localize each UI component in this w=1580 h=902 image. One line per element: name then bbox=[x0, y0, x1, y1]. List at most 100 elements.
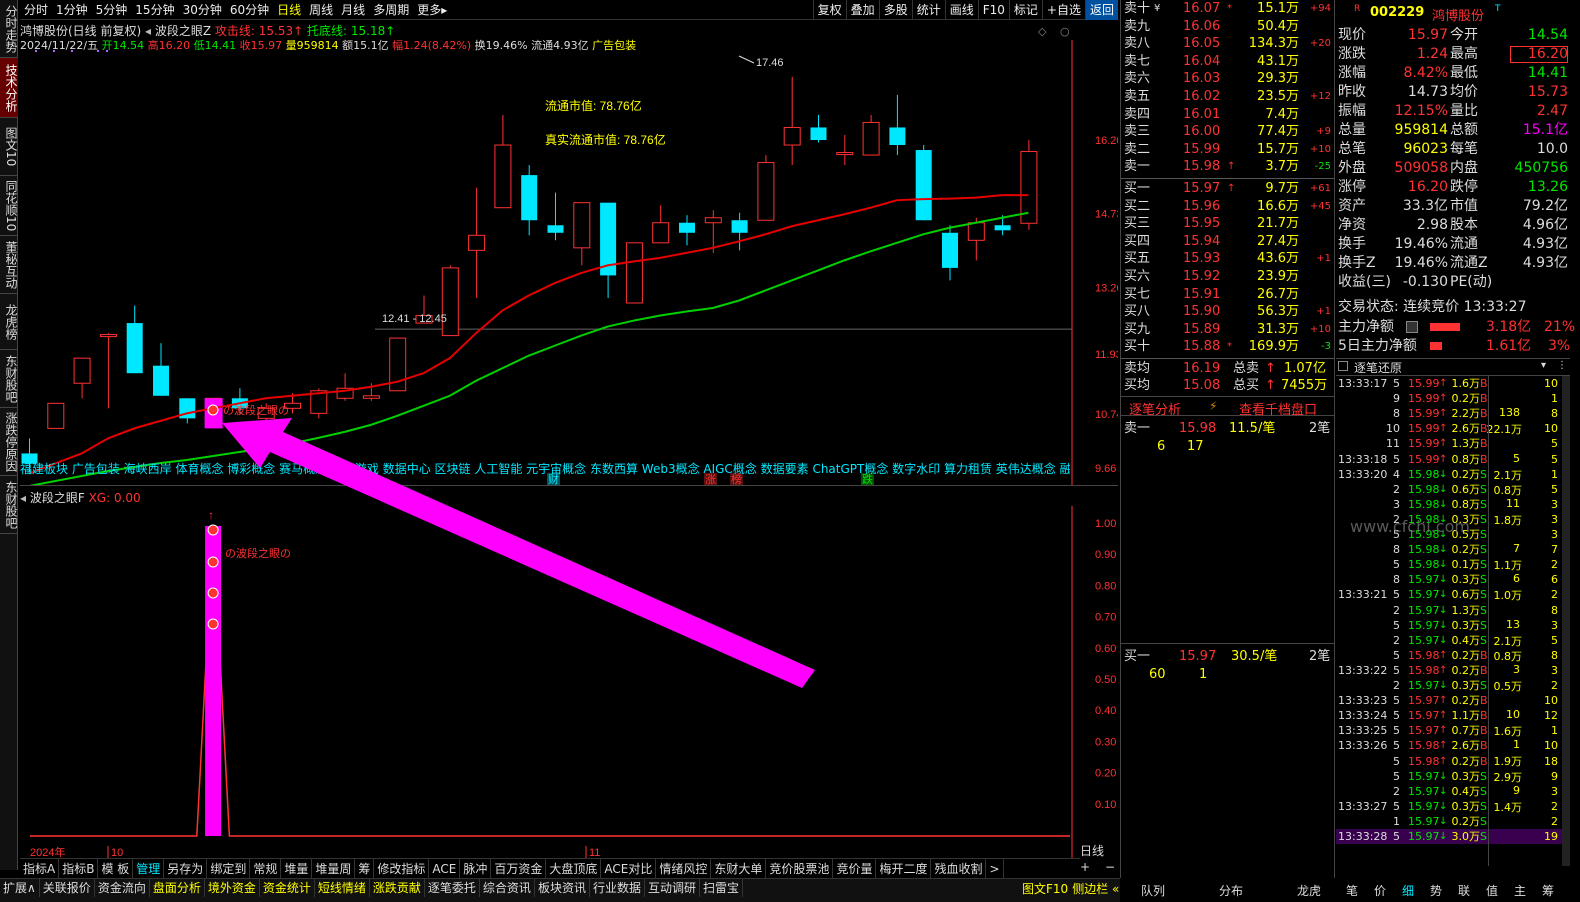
period-tab-9[interactable]: 多周期 bbox=[369, 0, 413, 20]
candlestick-chart[interactable]: 16.20 14.73 13.26 11.93 10.74 9.66 流通市值: 78.76… bbox=[20, 20, 1118, 485]
candle[interactable] bbox=[652, 205, 670, 244]
tick-row[interactable]: 2 15.97 ↓ 0.4万 S 3 bbox=[1336, 784, 1568, 799]
indicator-tab-19[interactable]: 竞价量 bbox=[833, 859, 877, 878]
tick-row[interactable]: 2 15.97 ↓ 1.3万 S 8 bbox=[1336, 603, 1568, 618]
tick-row[interactable]: 5 15.98 ↑ 0.2万 B 8 bbox=[1336, 648, 1568, 663]
tick-row[interactable]: 13:33:24 5 15.97 ↑ 1.1万 B 12 bbox=[1336, 708, 1568, 723]
status-tab-0[interactable]: 扩展∧ bbox=[0, 879, 40, 897]
tick-row[interactable]: 3 15.98 ↓ 0.8万 S 3 bbox=[1336, 497, 1568, 512]
status-tab-2[interactable]: 资金流向 bbox=[95, 879, 150, 897]
candle[interactable] bbox=[600, 202, 617, 298]
tick-row[interactable]: 11 15.99 ↑ 1.3万 B 5 bbox=[1336, 436, 1568, 451]
concept-ticker[interactable]: 福建板块 广告包装 海峡西岸 体育概念 博彩概念 赛马概念 网络游戏 数据中心 … bbox=[20, 460, 1070, 476]
zoom-minus[interactable]: − bbox=[1105, 860, 1115, 874]
tick-row[interactable]: 13:33:21 5 15.97 ↓ 0.6万 S 2 bbox=[1336, 587, 1568, 602]
status-right-1[interactable]: 侧边栏 « bbox=[1072, 882, 1119, 896]
indicator-tab-22[interactable]: > bbox=[986, 859, 1004, 878]
candle[interactable] bbox=[468, 187, 486, 298]
tool-6[interactable]: 标记 bbox=[1008, 0, 1042, 20]
candle[interactable] bbox=[99, 333, 117, 409]
tick-row[interactable]: 2 15.98 ↓ 0.6万 S 5 bbox=[1336, 482, 1568, 497]
tool-8[interactable]: 返回 bbox=[1084, 0, 1118, 20]
indicator-tab-3[interactable]: 管理 bbox=[133, 859, 165, 878]
period-tab-2[interactable]: 5分钟 bbox=[92, 0, 132, 20]
candle[interactable] bbox=[810, 114, 827, 143]
sell-row[interactable]: 卖五 16.02 23.5万 +12 bbox=[1121, 88, 1333, 105]
main-net-icon[interactable] bbox=[1406, 321, 1418, 333]
candle[interactable] bbox=[915, 145, 932, 221]
candle[interactable] bbox=[625, 242, 643, 304]
tick-row[interactable]: 13:33:22 5 15.98 ↑ 0.2万 B 3 bbox=[1336, 663, 1568, 678]
tick-row[interactable]: 2 15.97 ↓ 0.4万 S 5 bbox=[1336, 633, 1568, 648]
left-tab-6[interactable]: 东财股吧 bbox=[0, 350, 18, 408]
tick-row[interactable]: 8 15.99 ↑ 2.2万 B 8 bbox=[1336, 406, 1568, 421]
buy-row[interactable]: 买四 15.94 27.4万 bbox=[1121, 233, 1333, 250]
indicator-tab-10[interactable]: 修改指标 bbox=[374, 859, 430, 878]
indicator-tab-12[interactable]: 脉冲 bbox=[460, 859, 492, 878]
tick-row[interactable]: 13:33:25 5 15.97 ↑ 0.7万 B 1 bbox=[1336, 723, 1568, 738]
left-tab-4[interactable]: 董秘互动 bbox=[0, 236, 18, 294]
period-tab-4[interactable]: 30分钟 bbox=[179, 0, 226, 20]
right-tab-0[interactable]: 笔 bbox=[1346, 882, 1358, 899]
indicator-tab-5[interactable]: 绑定到 bbox=[207, 859, 251, 878]
buy-row[interactable]: 买一 15.97 ↑ 9.7万 +61 bbox=[1121, 180, 1333, 197]
ticks-menu-icon[interactable]: ⋮ bbox=[1557, 360, 1567, 371]
tick-row[interactable]: 2 15.97 ↓ 0.3万 S 2 bbox=[1336, 678, 1568, 693]
indicator-tab-14[interactable]: 大盘顶底 bbox=[546, 859, 602, 878]
right-tab-6[interactable]: 主 bbox=[1514, 882, 1526, 899]
tick-row[interactable]: 1 15.97 ↓ 0.2万 S 2 bbox=[1336, 814, 1568, 829]
right-tab-1[interactable]: 价 bbox=[1374, 882, 1386, 899]
candle[interactable] bbox=[731, 212, 748, 251]
indicator-tab-13[interactable]: 百万资金 bbox=[491, 859, 547, 878]
left-tab-3[interactable]: 同花顺10 bbox=[0, 176, 18, 236]
candle[interactable] bbox=[47, 402, 65, 429]
status-tab-11[interactable]: 行业数据 bbox=[590, 879, 645, 897]
tick-row[interactable]: 5 15.98 ↑ 0.2万 B 18 bbox=[1336, 754, 1568, 769]
tick-row[interactable]: 13:33:27 5 15.97 ↓ 0.3万 S 2 bbox=[1336, 799, 1568, 814]
buy-row[interactable]: 买七 15.91 26.7万 bbox=[1121, 286, 1333, 303]
buy-row[interactable]: 买二 15.96 16.6万 +45 bbox=[1121, 198, 1333, 215]
indicator-tab-21[interactable]: 残血收割 bbox=[931, 859, 987, 878]
tick-row[interactable]: 9 15.99 ↑ 0.2万 B 1 bbox=[1336, 391, 1568, 406]
status-tab-4[interactable]: 境外资金 bbox=[205, 879, 260, 897]
candle[interactable] bbox=[126, 305, 143, 374]
left-tab-5[interactable]: 龙虎榜 bbox=[0, 294, 18, 350]
tick-row[interactable]: 8 15.97 ↓ 0.3万 S 6 bbox=[1336, 572, 1568, 587]
tick-row[interactable]: 5 15.97 ↓ 0.3万 S 3 bbox=[1336, 618, 1568, 633]
indicator-tab-1[interactable]: 指标B bbox=[59, 859, 99, 878]
ticks-title[interactable]: 逐笔还原 bbox=[1354, 359, 1402, 376]
tick-row[interactable]: 5 15.98 ↓ 0.1万 S 2 bbox=[1336, 557, 1568, 572]
sell-row[interactable]: 卖七 16.04 43.1万 bbox=[1121, 53, 1333, 70]
period-tab-8[interactable]: 月线 bbox=[337, 0, 369, 20]
sell-row[interactable]: 卖三 16.00 77.4万 +9 bbox=[1121, 123, 1333, 140]
indicator-tab-11[interactable]: ACE bbox=[429, 859, 461, 878]
tick-row[interactable]: 13:33:26 5 15.98 ↑ 2.6万 B 10 bbox=[1336, 738, 1568, 753]
buy-row[interactable]: 买五 15.93 43.6万 +1 bbox=[1121, 250, 1333, 267]
tick-row[interactable]: 13:33:17 5 15.99 ↑ 1.6万 B 10 bbox=[1336, 376, 1568, 391]
left-tab-0[interactable]: 分时走势 bbox=[0, 0, 18, 58]
left-tab-7[interactable]: 涨跌停原因 bbox=[0, 408, 18, 476]
candle[interactable] bbox=[73, 357, 91, 399]
indicator-tab-7[interactable]: 堆量 bbox=[281, 859, 313, 878]
indicator-tab-8[interactable]: 堆量周 bbox=[312, 859, 356, 878]
buy-row[interactable]: 买十 15.88 * 169.9万 -3 bbox=[1121, 338, 1333, 355]
mid-tab-2[interactable]: 龙虎 bbox=[1297, 882, 1321, 899]
tool-5[interactable]: F10 bbox=[977, 0, 1009, 20]
indicator-tab-4[interactable]: 另存为 bbox=[164, 859, 208, 878]
tick-row[interactable]: 13:33:28 5 15.97 ↓ 3.0万 S 19 bbox=[1336, 829, 1568, 844]
status-tab-5[interactable]: 资金统计 bbox=[260, 879, 315, 897]
status-tab-1[interactable]: 关联报价 bbox=[40, 879, 95, 897]
indicator-tab-16[interactable]: 情绪风控 bbox=[656, 859, 712, 878]
candle[interactable] bbox=[942, 225, 958, 281]
candle[interactable] bbox=[757, 155, 775, 221]
tick-scrollbar[interactable] bbox=[1562, 376, 1570, 866]
period-tab-0[interactable]: 分时 bbox=[20, 0, 52, 20]
tab-trade-analysis[interactable]: 逐笔分析 bbox=[1129, 399, 1181, 418]
tool-3[interactable]: 统计 bbox=[911, 0, 945, 20]
zoom-plus[interactable]: + bbox=[1080, 860, 1090, 874]
indicator-tab-18[interactable]: 竞价股票池 bbox=[766, 859, 834, 878]
buy-row[interactable]: 买六 15.92 23.9万 bbox=[1121, 268, 1333, 285]
indicator-chart[interactable]: 1.00 0.90 0.80 0.70 0.60 0.50 0.40 0.30 0.20 0.10… bbox=[20, 486, 1118, 859]
sell-row[interactable]: 卖十 ¥16.07 * 15.1万 +94 bbox=[1121, 0, 1333, 17]
candle[interactable] bbox=[547, 192, 564, 241]
